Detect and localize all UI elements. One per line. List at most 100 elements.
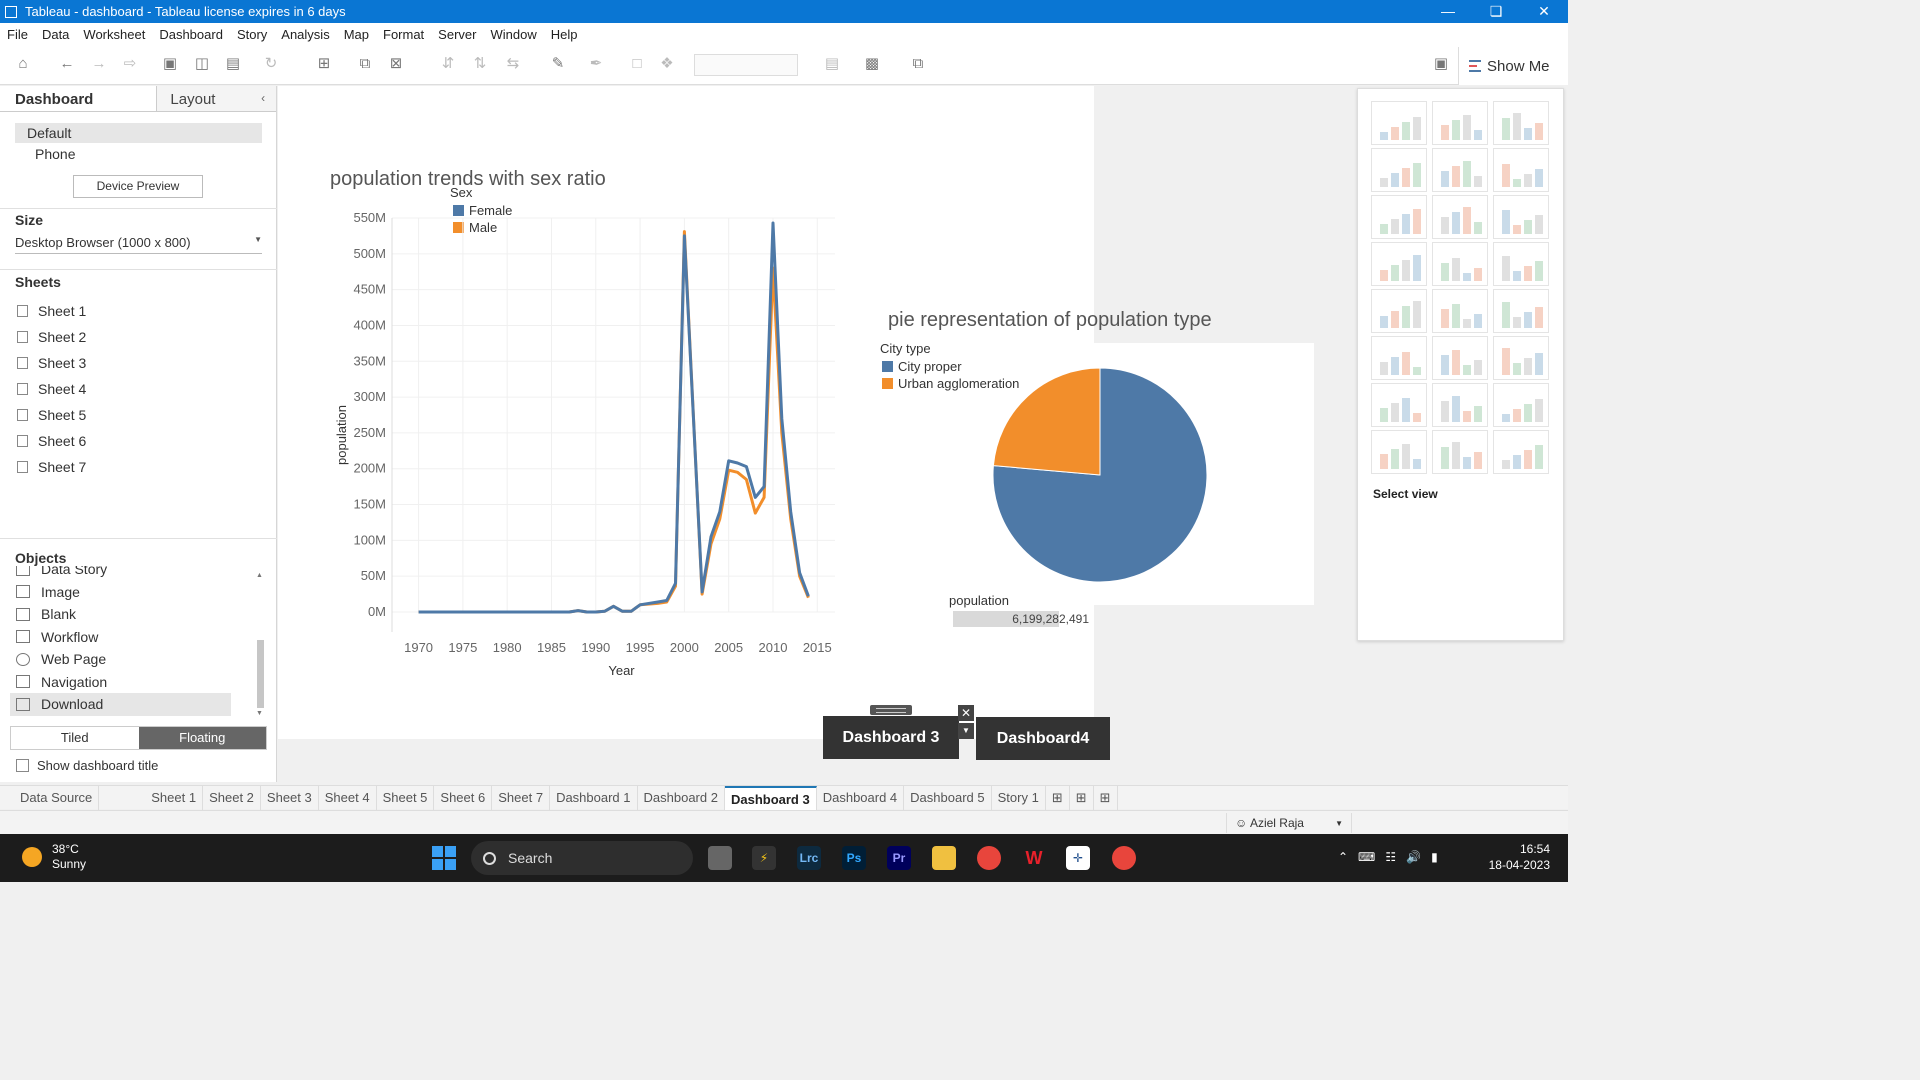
show-me-chart-type[interactable] — [1493, 336, 1549, 380]
sort-descending-icon[interactable]: ⇆ — [504, 55, 522, 73]
winrar-icon[interactable]: ⚡ — [752, 846, 776, 870]
menu-help[interactable]: Help — [544, 27, 585, 42]
objects-scrollbar[interactable]: ▲ ▼ — [255, 572, 265, 720]
sheet-tab[interactable]: Dashboard 4 — [817, 785, 905, 810]
remove-object-icon[interactable]: ✕ — [958, 705, 974, 721]
show-me-chart-type[interactable] — [1371, 101, 1427, 145]
collapse-pane-icon[interactable]: ‹ — [261, 86, 276, 111]
object-workflow[interactable]: Workflow — [10, 626, 260, 649]
show-me-chart-type[interactable] — [1371, 430, 1427, 474]
sheet-tab[interactable]: Dashboard 3 — [724, 785, 817, 810]
show-me-chart-type[interactable] — [1371, 195, 1427, 239]
tab-layout[interactable]: Layout — [156, 86, 262, 111]
pie-slice-urban-agglomeration[interactable] — [992, 367, 1101, 476]
fit-dropdown[interactable] — [694, 54, 798, 76]
new-sheet-icon[interactable]: ⊞ — [315, 55, 333, 73]
new-data-source-icon[interactable]: ◫ — [193, 55, 211, 73]
sort-ascending-icon[interactable]: ⇅ — [471, 55, 489, 73]
scroll-up-icon[interactable]: ▲ — [256, 572, 263, 579]
show-me-button[interactable]: Show Me — [1458, 47, 1568, 85]
presentation-mode-icon[interactable]: ▩ — [863, 55, 881, 73]
dashboard4-nav-button[interactable]: Dashboard4 — [976, 717, 1110, 760]
object-blank[interactable]: Blank — [10, 603, 260, 626]
sheet-item[interactable]: Sheet 3 — [17, 355, 86, 371]
show-me-chart-type[interactable] — [1432, 148, 1488, 192]
new-dashboard-icon[interactable]: ⊞ — [1070, 785, 1094, 810]
taskbar-search[interactable]: Search — [471, 841, 693, 875]
show-me-chart-type[interactable] — [1432, 336, 1488, 380]
sheet-tab[interactable]: Story 1 — [992, 785, 1046, 810]
sheet-tab[interactable]: Dashboard 2 — [638, 785, 725, 810]
show-me-chart-type[interactable] — [1432, 101, 1488, 145]
sheet-tab[interactable]: Dashboard 5 — [904, 785, 992, 810]
clock[interactable]: 16:54 18-04-2023 — [1484, 841, 1550, 873]
show-title-checkbox[interactable] — [16, 759, 29, 772]
menu-analysis[interactable]: Analysis — [274, 27, 336, 42]
menu-server[interactable]: Server — [431, 27, 483, 42]
show-me-chart-type[interactable] — [1371, 289, 1427, 333]
photoshop-icon[interactable]: Ps — [842, 846, 866, 870]
clear-sheet-icon[interactable]: ⊠ — [387, 55, 405, 73]
system-tray[interactable]: ⌃ ⌨ ☷ 🔊 ▮ — [1338, 850, 1438, 864]
show-me-chart-type[interactable] — [1493, 101, 1549, 145]
floating-button[interactable]: Floating — [138, 727, 266, 749]
legend-item-city-proper[interactable]: City proper — [882, 359, 962, 374]
show-me-chart-type[interactable] — [1493, 148, 1549, 192]
sheet-tab[interactable]: Sheet 5 — [377, 785, 435, 810]
menu-window[interactable]: Window — [483, 27, 543, 42]
object-web-page[interactable]: Web Page — [10, 648, 260, 671]
undo-icon[interactable]: ← — [58, 55, 76, 73]
show-me-chart-type[interactable] — [1432, 242, 1488, 286]
lightroom-icon[interactable]: Lrc — [797, 846, 821, 870]
sheet-item[interactable]: Sheet 6 — [17, 433, 86, 449]
sheet-tab[interactable]: Sheet 4 — [319, 785, 377, 810]
restore-icon[interactable]: ❏ — [1472, 0, 1520, 23]
device-phone[interactable]: Phone — [35, 146, 75, 162]
show-me-chart-type[interactable] — [1493, 289, 1549, 333]
pause-updates-icon[interactable]: ▤ — [224, 55, 242, 73]
show-dashboard-title-option[interactable]: Show dashboard title — [16, 758, 158, 773]
sheet-item[interactable]: Sheet 1 — [17, 303, 86, 319]
size-dropdown[interactable]: Desktop Browser (1000 x 800) ▼ — [15, 235, 262, 254]
line-chart[interactable]: 0M 50M 100M 150M 200M 250M 300M 350M 400M 450M 500… — [330, 200, 850, 690]
highlight-icon[interactable]: ✎ — [549, 55, 567, 73]
group-icon[interactable]: ✒ — [587, 55, 605, 73]
menu-dashboard[interactable]: Dashboard — [152, 27, 230, 42]
show-me-chart-type[interactable] — [1493, 383, 1549, 427]
save-icon[interactable]: ▣ — [161, 55, 179, 73]
show-me-chart-type[interactable] — [1371, 148, 1427, 192]
device-preview-button[interactable]: Device Preview — [73, 175, 203, 198]
object-data-story[interactable]: Data Story — [10, 566, 260, 581]
task-view-icon[interactable] — [708, 846, 732, 870]
chrome-profile-icon[interactable] — [1112, 846, 1136, 870]
close-icon[interactable]: ✕ — [1520, 0, 1568, 23]
sheet-tab[interactable]: Dashboard 1 — [550, 785, 638, 810]
show-me-chart-type[interactable] — [1432, 289, 1488, 333]
wps-office-icon[interactable]: W — [1022, 846, 1046, 870]
labels-icon[interactable]: □ — [628, 55, 646, 73]
show-me-chart-type[interactable] — [1432, 195, 1488, 239]
show-me-chart-type[interactable] — [1493, 195, 1549, 239]
file-explorer-icon[interactable] — [932, 846, 956, 870]
new-worksheet-icon[interactable]: ⊞ — [1046, 785, 1070, 810]
menu-story[interactable]: Story — [230, 27, 274, 42]
format-painter-icon[interactable]: ▣ — [1432, 55, 1450, 73]
run-update-icon[interactable]: ↻ — [262, 55, 280, 73]
menu-data[interactable]: Data — [35, 27, 76, 42]
start-button[interactable] — [432, 846, 456, 870]
replay-icon[interactable]: ⇨ — [121, 55, 139, 73]
device-default[interactable]: Default — [15, 123, 262, 143]
sheet-tab[interactable]: Sheet 2 — [203, 785, 261, 810]
object-download[interactable]: Download — [10, 693, 231, 716]
minimize-icon[interactable]: — — [1424, 0, 1472, 23]
share-icon[interactable]: ⧉ — [909, 55, 927, 73]
weather-widget[interactable]: 38°C Sunny — [22, 842, 86, 872]
home-icon[interactable]: ⌂ — [14, 55, 32, 73]
fit-icon[interactable]: ▤ — [823, 55, 841, 73]
object-image[interactable]: Image — [10, 581, 260, 604]
tab-dashboard[interactable]: Dashboard — [0, 86, 156, 111]
redo-icon[interactable]: → — [90, 55, 108, 73]
tableau-taskbar-icon[interactable]: ✛ — [1066, 846, 1090, 870]
duplicate-sheet-icon[interactable]: ⧉ — [356, 55, 374, 73]
show-me-chart-type[interactable] — [1493, 430, 1549, 474]
